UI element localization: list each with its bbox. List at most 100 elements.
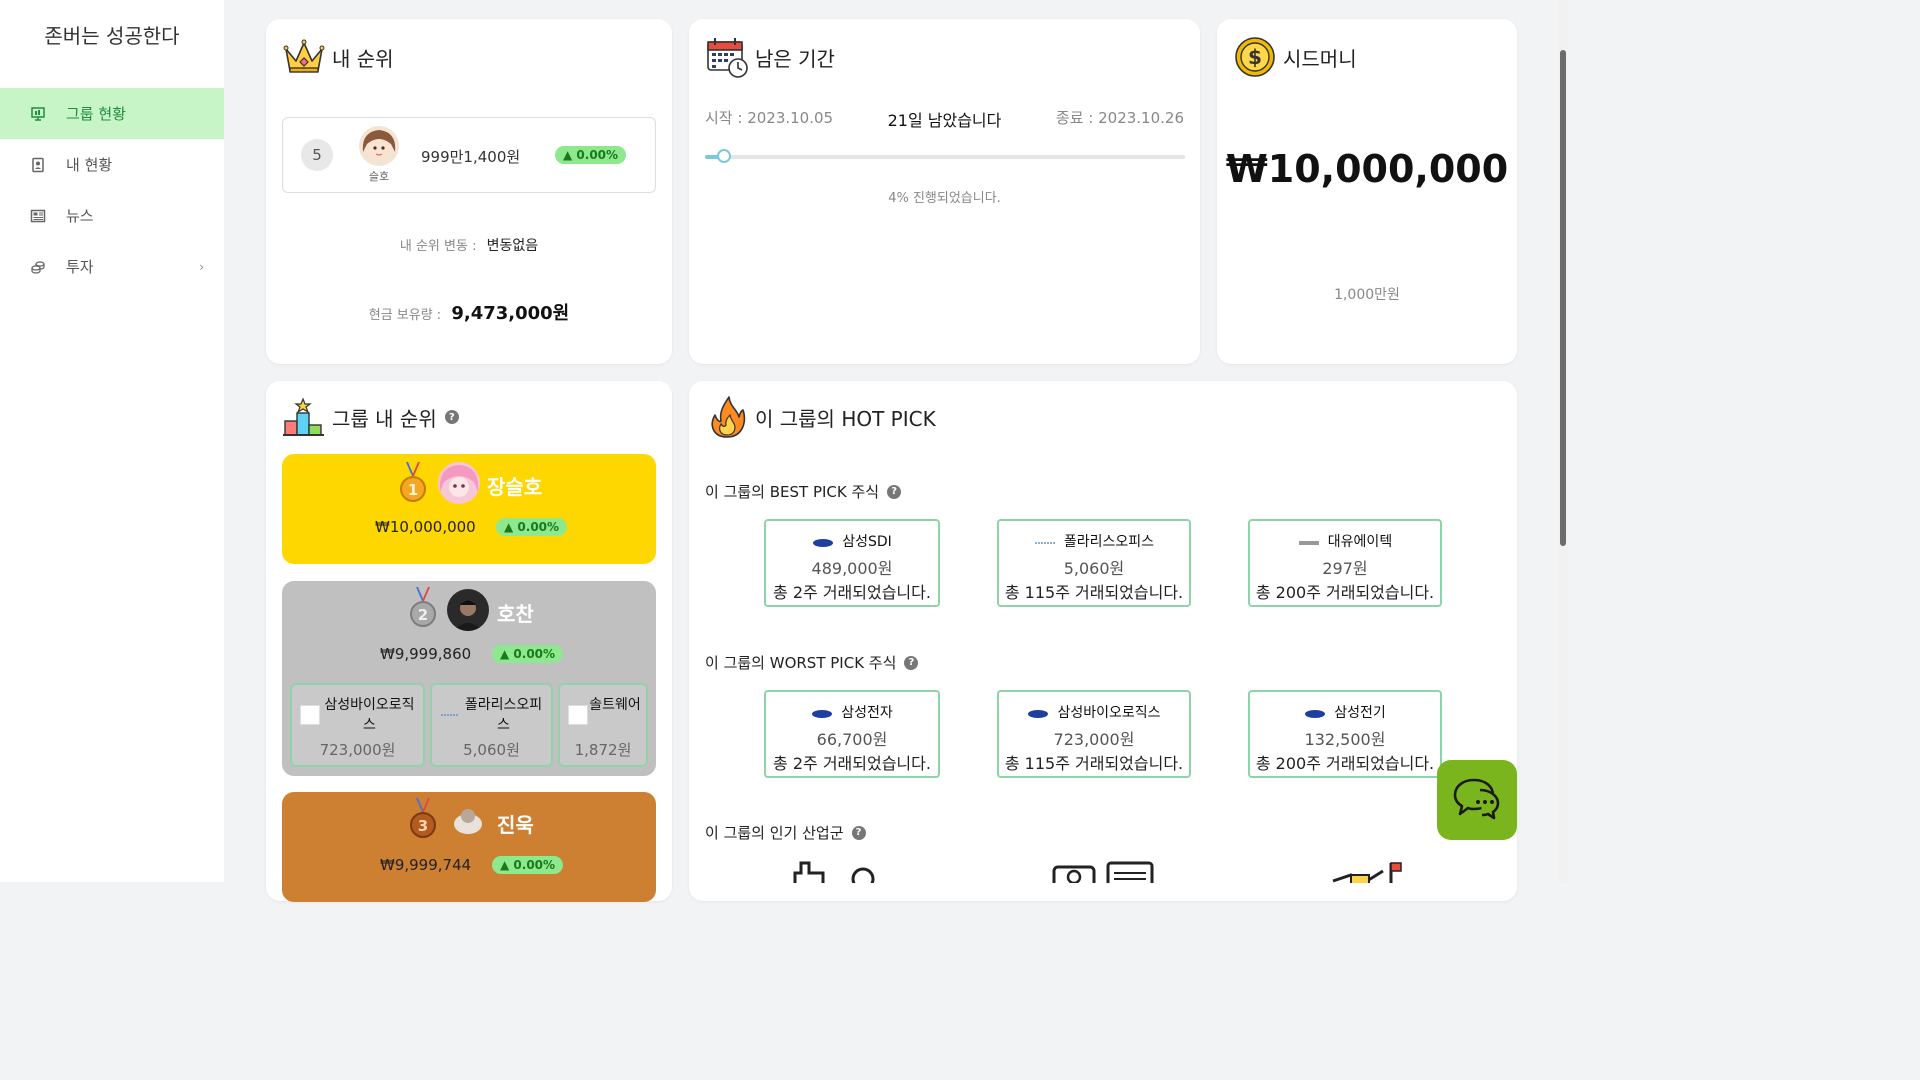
chip-stock-price: 5,060원 [463,741,520,759]
rank-money: ₩9,999,860 [380,645,472,663]
change-badge: ▲ 0.00% [492,856,564,874]
pick-stock-price: 723,000원 [1053,730,1135,749]
saltware-logo-icon [568,705,588,725]
stock-chip[interactable]: 폴라리스오피스 5,060원 [430,683,553,767]
seed-money-amount: ₩10,000,000 [1225,147,1509,191]
pick-stock-price: 5,060원 [1063,559,1125,578]
pick-stock-name: 대유에이텍 [1327,534,1393,550]
period-end: 종료 : 2023.10.26 [1055,109,1184,127]
chat-button[interactable] [1437,760,1517,840]
portrait-icon [30,157,46,173]
period-title: 남은 기간 [705,35,835,79]
fire-icon [705,395,749,439]
chip-stock-name: 솔트웨어 [589,697,641,713]
newspaper-icon [30,208,46,224]
polaris-logo-icon [440,705,460,725]
change-badge: ▲ 0.00% [496,518,568,536]
samsung-logo-icon [812,536,834,547]
pick-stock-name: 삼성바이오로직스 [1057,705,1161,721]
rank-money: ₩9,999,744 [380,856,472,874]
cash-value: 9,473,000원 [451,303,570,324]
pick-stock-name: 삼성전기 [1334,705,1386,721]
samsung-logo-icon [300,705,320,725]
silver-medal-icon: 2 [410,587,436,629]
rank-card-2[interactable]: 2 호찬 ₩9,999,860 ▲ 0.00% 삼성바이오로직스 723,000… [282,581,656,776]
best-pick-item[interactable]: 대유에이텍 297원 총 200주 거래되었습니다. [1248,519,1442,607]
medal-number: 3 [418,817,428,835]
brand-title[interactable]: 존버는 성공한다 [0,20,224,49]
rank-card-3[interactable]: 3 진욱 ₩9,999,744 ▲ 0.00% [282,792,656,902]
rank-change-line: 내 순위 변동 : 변동없음 [266,235,672,255]
pick-stock-name: 삼성전자 [841,705,893,721]
worst-pick-label: 이 그룹의 WORST PICK 주식 ? [705,652,919,673]
rank-money: ₩10,000,000 [375,518,476,536]
pick-stock-name: 삼성SDI [842,534,892,550]
stock-chip[interactable]: 솔트웨어 1,872원 [558,683,648,767]
factory-icon [793,861,889,883]
worst-pick-item[interactable]: 삼성전기 132,500원 총 200주 거래되었습니다. [1248,690,1442,778]
help-icon[interactable]: ? [444,410,459,424]
help-icon[interactable]: ? [904,655,919,670]
seed-money-card: $ 시드머니 ₩10,000,000 1,000만원 [1217,19,1517,364]
rank-money: 999만1,400원 [421,148,521,166]
chat-bubbles-icon [1452,776,1502,824]
rank-card-1[interactable]: 1 장슬호 ₩10,000,000 ▲ 0.00% [282,454,656,564]
seed-money-title: $ 시드머니 [1233,35,1357,79]
sidebar-nav: 그룹 현황 내 현황 뉴스 투자 › [0,88,224,292]
page-scrollbar[interactable] [1558,0,1568,882]
best-pick-item[interactable]: 폴라리스오피스 5,060원 총 115주 거래되었습니다. [997,519,1191,607]
rank-user-name: 호찬 [497,602,534,626]
pick-stock-price: 297원 [1322,559,1368,578]
my-rank-card: 내 순위 5 슬호 999만1,400원 ▲ 0.00% 내 순위 변동 : 변… [266,19,672,364]
progress-bar [705,149,1185,163]
coins-icon [30,259,46,275]
sidebar-item-label: 뉴스 [66,207,94,225]
polaris-logo-icon [1034,536,1056,546]
avatar [447,589,489,631]
medal-number: 1 [408,481,418,499]
sidebar: 존버는 성공한다 그룹 현황 내 현황 뉴스 투자 › [0,0,224,882]
chevron-right-icon: › [199,259,204,274]
stock-chip[interactable]: 삼성바이오로직스 723,000원 [290,683,425,767]
cash-label: 현금 보유량 : [368,308,442,323]
rank-user-name: 슬호 [368,170,390,183]
calendar-clock-icon [705,35,749,79]
podium-icon [282,395,326,439]
progress-knob[interactable] [717,149,732,163]
bronze-medal-icon: 3 [410,798,436,840]
best-pick-label: 이 그룹의 BEST PICK 주식 ? [705,481,902,502]
pick-stock-volume: 총 200주 거래되었습니다. [1255,583,1435,602]
pick-stock-price: 66,700원 [816,730,888,749]
best-pick-item[interactable]: 삼성SDI 489,000원 총 2주 거래되었습니다. [764,519,940,607]
worst-pick-item[interactable]: 삼성바이오로직스 723,000원 총 115주 거래되었습니다. [997,690,1191,778]
scrollbar-thumb[interactable] [1560,50,1566,546]
pick-stock-volume: 총 2주 거래되었습니다. [773,754,931,773]
change-badge: ▲ 0.00% [492,645,564,663]
hot-pick-card: 이 그룹의 HOT PICK 이 그룹의 BEST PICK 주식 ? 삼성SD… [689,381,1517,901]
pick-stock-name: 폴라리스오피스 [1063,534,1155,550]
help-icon[interactable]: ? [887,484,902,499]
sidebar-item-my-status[interactable]: 내 현황 [0,139,224,190]
sidebar-item-news[interactable]: 뉴스 [0,190,224,241]
pick-stock-volume: 총 2주 거래되었습니다. [773,583,931,602]
sidebar-item-label: 내 현황 [66,156,113,174]
sidebar-item-group-status[interactable]: 그룹 현황 [0,88,224,139]
dollar-coin-icon: $ [1233,35,1277,79]
pick-stock-volume: 총 115주 거래되었습니다. [1004,583,1184,602]
samsung-logo-icon [811,707,833,718]
chip-stock-name: 삼성바이오로직스 [324,697,415,733]
seed-money-sub: 1,000만원 [1334,287,1400,303]
sidebar-item-invest[interactable]: 투자 › [0,241,224,292]
rank-change-label: 내 순위 변동 : [399,239,477,254]
worst-pick-item[interactable]: 삼성전자 66,700원 총 2주 거래되었습니다. [764,690,940,778]
group-rank-card: 그룹 내 순위 ? 1 장슬호 ₩10,000,000 ▲ 0.00% 2 호찬… [266,381,672,902]
my-rank-row[interactable]: 5 슬호 999만1,400원 ▲ 0.00% [282,117,656,193]
period-card: 남은 기간 시작 : 2023.10.05 21일 남았습니다 종료 : 202… [689,19,1200,364]
sidebar-item-label: 그룹 현황 [66,105,126,123]
chip-stock-price: 1,872원 [574,741,632,759]
rank-user-name: 진욱 [497,813,534,837]
rank-number: 5 [301,139,333,171]
help-icon[interactable]: ? [851,825,866,840]
hot-pick-title: 이 그룹의 HOT PICK [705,395,936,439]
change-badge: ▲ 0.00% [555,146,627,164]
